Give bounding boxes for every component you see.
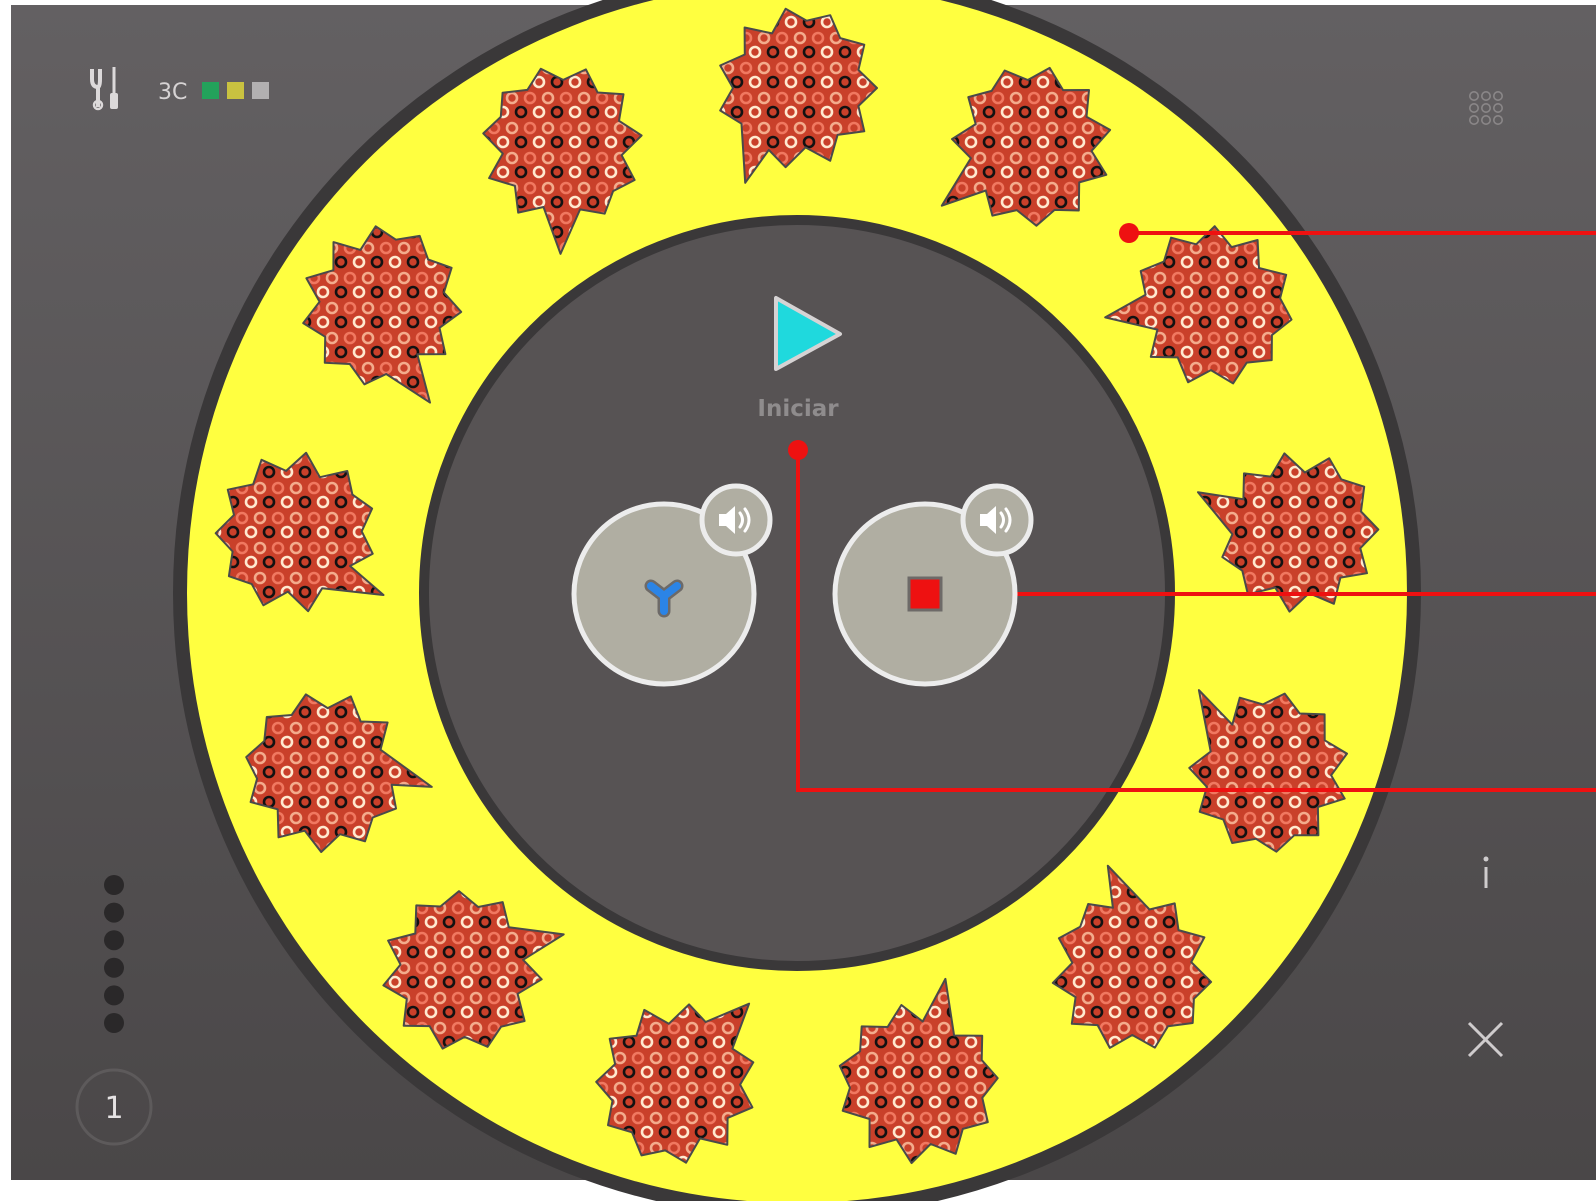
game-scene: Iniciar 3C 1 <box>75 0 1596 1201</box>
grid-menu-dot <box>1469 115 1480 126</box>
tools-icon[interactable] <box>90 67 118 111</box>
grid-menu-dot <box>1469 103 1480 114</box>
grid-menu-dot <box>1481 103 1492 114</box>
level-dot-6[interactable] <box>104 1013 124 1033</box>
level-code-text: 3C <box>158 80 187 105</box>
grid-menu-dot <box>1481 91 1492 102</box>
code-swatch-2 <box>227 82 244 99</box>
start-label: Iniciar <box>757 396 839 422</box>
level-dot-2[interactable] <box>104 902 124 923</box>
grid-menu-dot <box>1493 91 1504 102</box>
grid-menu-dot <box>1493 103 1504 114</box>
level-dot-3[interactable] <box>104 930 124 951</box>
level-progress-dots <box>104 875 124 1033</box>
code-swatch-3 <box>252 82 269 99</box>
level-number: 1 <box>104 1091 123 1126</box>
connector-dot-ring <box>1119 223 1139 243</box>
game-stage: Iniciar 3C 1 <box>0 0 1596 1201</box>
connector-dot-start <box>788 440 808 460</box>
level-indicator[interactable]: 1 <box>75 1068 153 1146</box>
grid-menu-dot <box>1493 115 1504 126</box>
speaker-button-left-body <box>699 483 773 557</box>
speaker-button-right-body <box>960 483 1034 557</box>
grid-menu-icon[interactable] <box>1469 91 1504 126</box>
info-icon[interactable] <box>1483 856 1489 889</box>
close-icon[interactable] <box>1467 1021 1504 1058</box>
code-swatch-1 <box>202 82 219 99</box>
level-dot-1[interactable] <box>104 875 124 895</box>
speaker-button-right[interactable] <box>960 483 1034 557</box>
square-icon <box>907 576 943 612</box>
grid-menu-dot <box>1481 115 1492 126</box>
level-code: 3C <box>158 80 269 105</box>
speaker-button-left[interactable] <box>699 483 773 557</box>
grid-menu-dot <box>1469 91 1480 102</box>
level-dot-5[interactable] <box>104 985 124 1006</box>
level-dot-4[interactable] <box>104 957 124 978</box>
